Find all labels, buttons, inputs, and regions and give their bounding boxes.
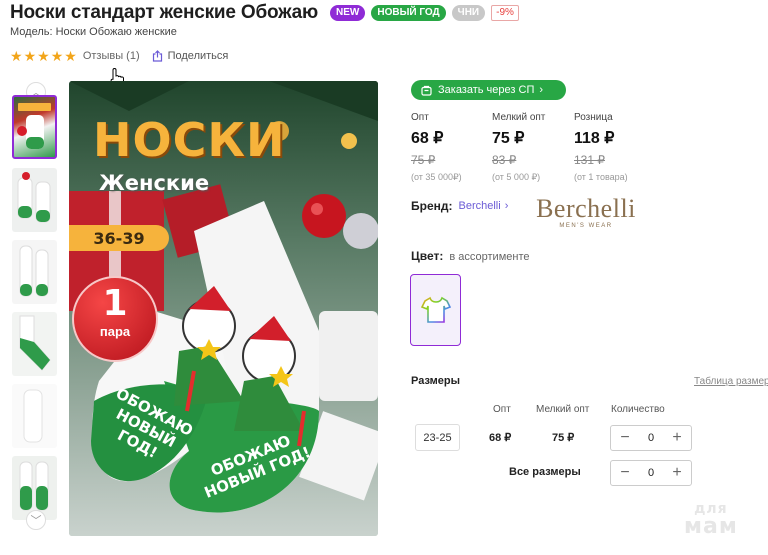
color-swatch-assorted[interactable] bbox=[410, 274, 461, 346]
watermark-line-2: мам bbox=[684, 514, 738, 539]
price-label: Опт bbox=[411, 112, 429, 123]
quantity-value[interactable]: 0 bbox=[648, 432, 654, 444]
image-size-label: 36-39 bbox=[69, 225, 169, 251]
all-sizes-label: Все размеры bbox=[509, 466, 581, 478]
main-product-image[interactable]: НОСКИ Женские 36-39 1 пара ОБОЖАЮ НОВЫЙ … bbox=[69, 81, 378, 536]
thumbnail-5[interactable] bbox=[12, 384, 57, 448]
increment-button[interactable]: + bbox=[671, 465, 683, 481]
star-icon: ★ bbox=[50, 48, 64, 64]
price-old: 131 ₽ bbox=[574, 153, 605, 167]
thumbnail-1[interactable] bbox=[12, 95, 57, 159]
brand-logo-text: Berchelli bbox=[536, 194, 636, 223]
brand-logo[interactable]: Berchelli MEN'S WEAR bbox=[531, 194, 641, 230]
star-icon: ★ bbox=[37, 48, 50, 64]
share-button[interactable]: Поделиться bbox=[152, 50, 229, 62]
thumbnail-4[interactable] bbox=[12, 312, 57, 376]
size-option[interactable]: 23-25 bbox=[415, 424, 460, 451]
increment-button[interactable]: + bbox=[671, 430, 683, 446]
price-old: 83 ₽ bbox=[492, 153, 517, 167]
price-note: (от 5 000 ₽) bbox=[492, 172, 541, 182]
sizes-title: Размеры bbox=[411, 375, 461, 387]
thumbnail-4-art bbox=[19, 315, 51, 371]
price-note: (от 35 000₽) bbox=[411, 172, 462, 182]
new-badge: NEW bbox=[330, 5, 366, 21]
size-price-opt: 68 ₽ bbox=[489, 432, 512, 444]
image-subtitle-text: Женские bbox=[99, 171, 210, 195]
price-opt: Опт 68 ₽ 75 ₽ (от 35 000₽) bbox=[411, 112, 462, 183]
price-value: 118 ₽ bbox=[574, 130, 615, 147]
star-icon: ★ bbox=[23, 48, 37, 64]
star-icon: ★ bbox=[10, 48, 23, 64]
quantity-stepper: − 0 + bbox=[610, 425, 692, 451]
order-button-label: Заказать через СП bbox=[438, 84, 535, 96]
reviews-link[interactable]: Отзывы (1) bbox=[83, 50, 140, 62]
image-title-text: НОСКИ bbox=[93, 113, 286, 167]
discount-badge: -9% bbox=[491, 5, 519, 21]
price-label: Розница bbox=[574, 112, 613, 123]
title-row: Носки стандарт женские Обожаю NEW НОВЫЙ … bbox=[10, 2, 519, 24]
chn-badge: ЧНИ bbox=[451, 5, 486, 21]
rating-row: ★ ★ ★ ★ ★ Отзывы (1) Поделиться bbox=[10, 49, 228, 63]
decrement-button[interactable]: − bbox=[619, 465, 631, 481]
thumbnail-3-art bbox=[19, 245, 49, 297]
product-title: Носки стандарт женские Обожаю bbox=[10, 2, 319, 23]
image-pair-number: 1 bbox=[102, 283, 128, 324]
thumbnail-3[interactable] bbox=[12, 240, 57, 304]
thumbnail-2[interactable] bbox=[12, 168, 57, 232]
rating-stars: ★ ★ ★ ★ ★ bbox=[10, 49, 77, 63]
price-value: 68 ₽ bbox=[411, 130, 444, 147]
all-sizes-quantity-stepper: − 0 + bbox=[610, 460, 692, 486]
brand-label: Бренд: bbox=[411, 199, 453, 213]
product-model: Модель: Носки Обожаю женские bbox=[10, 26, 177, 38]
quantity-value[interactable]: 0 bbox=[648, 467, 654, 479]
color-value: в ассортименте bbox=[449, 251, 530, 263]
thumbnail-strip: ︿ ﹀ bbox=[10, 82, 60, 532]
column-header-opt: Опт bbox=[493, 404, 511, 415]
thumbs-down-button[interactable]: ﹀ bbox=[26, 510, 46, 530]
chevron-right-icon: › bbox=[539, 84, 544, 96]
thumbnail-1-art bbox=[17, 103, 51, 149]
chevron-right-icon: › bbox=[504, 200, 509, 212]
price-note: (от 1 товара) bbox=[574, 172, 628, 182]
watermark: для мам bbox=[684, 502, 738, 538]
brand-row: Бренд: Berchelli › bbox=[411, 199, 508, 213]
new-year-badge: НОВЫЙ ГОД bbox=[371, 5, 446, 21]
price-label: Мелкий опт bbox=[492, 112, 546, 123]
column-header-small-opt: Мелкий опт bbox=[536, 404, 590, 415]
thumbnail-5-art bbox=[23, 389, 43, 443]
thumbnail-2-art bbox=[17, 172, 51, 223]
cart-icon bbox=[421, 85, 432, 96]
size-table-link[interactable]: Таблица размеров bbox=[694, 376, 768, 387]
color-label: Цвет: bbox=[411, 249, 444, 263]
star-icon: ★ bbox=[64, 48, 77, 64]
tshirt-icon bbox=[420, 296, 451, 323]
order-via-sp-button[interactable]: Заказать через СП › bbox=[411, 80, 566, 100]
brand-link[interactable]: Berchelli bbox=[459, 200, 501, 212]
price-value: 75 ₽ bbox=[492, 130, 525, 147]
share-icon bbox=[152, 50, 162, 62]
share-label: Поделиться bbox=[167, 50, 229, 62]
price-old: 75 ₽ bbox=[411, 153, 436, 167]
decrement-button[interactable]: − bbox=[619, 430, 631, 446]
image-pair-word: пара bbox=[99, 324, 131, 339]
price-small-opt: Мелкий опт 75 ₽ 83 ₽ (от 5 000 ₽) bbox=[492, 112, 545, 183]
column-header-quantity: Количество bbox=[611, 404, 665, 415]
price-retail: Розница 118 ₽ 131 ₽ (от 1 товара) bbox=[574, 112, 628, 182]
size-price-small-opt: 75 ₽ bbox=[552, 432, 575, 444]
color-row: Цвет: в ассортименте bbox=[411, 249, 529, 263]
image-pair-badge: 1 пара bbox=[72, 276, 158, 362]
chevron-down-icon: ﹀ bbox=[30, 515, 42, 527]
brand-logo-subtext: MEN'S WEAR bbox=[559, 223, 613, 229]
